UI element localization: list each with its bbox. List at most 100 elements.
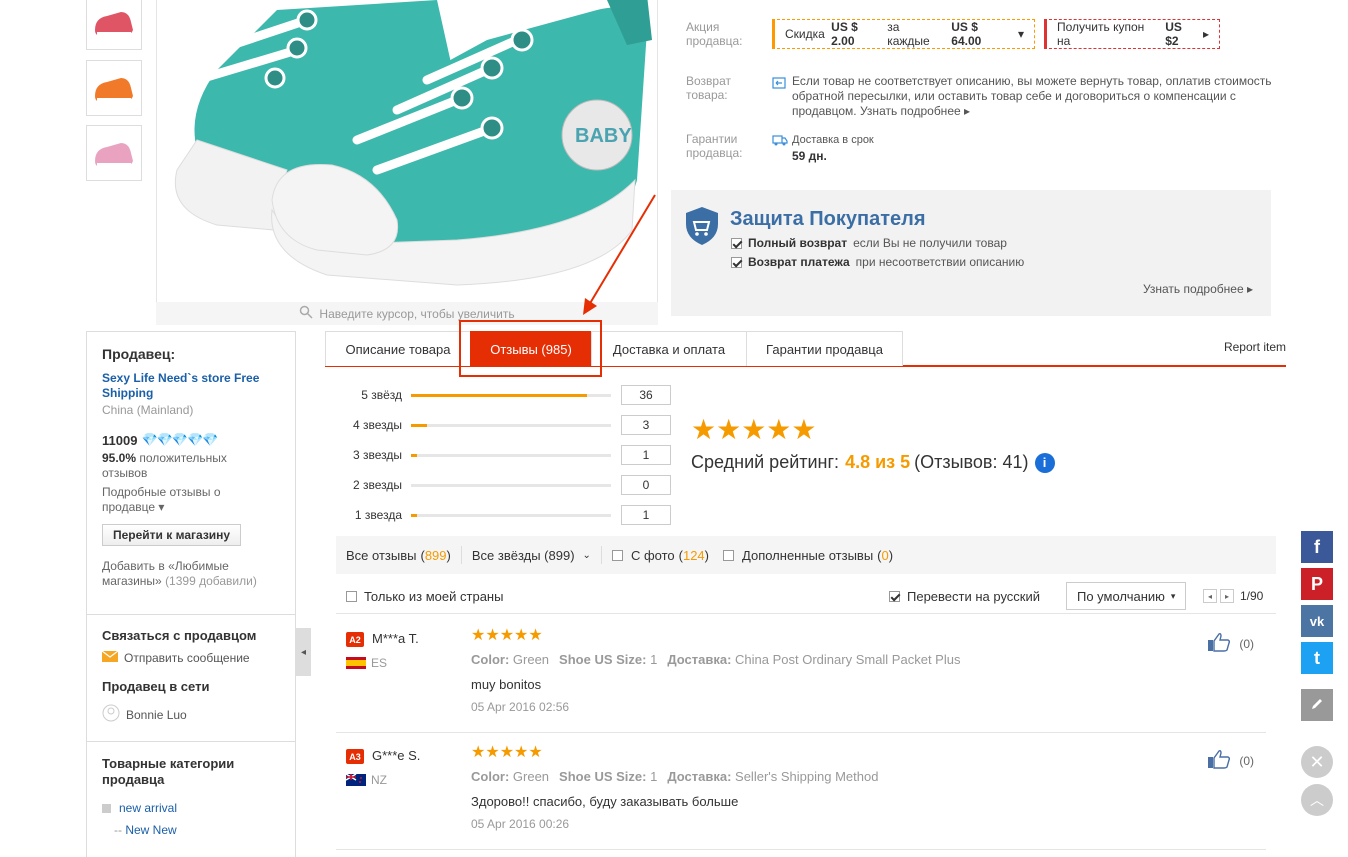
- histogram-count: 0: [621, 475, 671, 495]
- return-more-link[interactable]: Узнать подробнее: [860, 104, 961, 118]
- prev-page-button[interactable]: ◂: [1203, 589, 1217, 603]
- delivery-guarantee: Доставка в срок 59 дн.: [792, 134, 874, 163]
- online-contact[interactable]: Bonnie Luo: [102, 704, 280, 725]
- histogram-label: 3 звезды: [352, 448, 402, 462]
- review-text: Здорово!! спасибо, буду заказывать больш…: [471, 794, 739, 809]
- checkbox-checked-icon[interactable]: [889, 591, 900, 602]
- review-item: A2 M***a T. ES ★★★★★ Color: Green Shoe US Siz…: [336, 616, 1266, 733]
- go-to-store-button[interactable]: Перейти к магазину: [102, 524, 242, 546]
- histogram-row[interactable]: 4 звезды 3: [340, 415, 680, 435]
- facebook-icon: f: [1314, 536, 1320, 557]
- diamond-rating-icon: 💎💎💎💎💎: [141, 432, 218, 447]
- contact-seller-heading: Связаться с продавцом: [102, 628, 257, 643]
- checkbox-icon[interactable]: [611, 549, 623, 561]
- histogram-row[interactable]: 3 звезды 1: [340, 445, 680, 465]
- histogram-row[interactable]: 1 звезда 1: [340, 505, 680, 525]
- store-name-link[interactable]: Sexy Life Need`s store Free Shipping: [102, 371, 272, 401]
- histogram-bar: [411, 453, 611, 457]
- guarantee-label: Гарантии продавца:: [686, 132, 743, 160]
- send-message-link[interactable]: Отправить сообщение: [101, 650, 280, 665]
- twitter-share-button[interactable]: t: [1301, 642, 1333, 674]
- tab-guarantees[interactable]: Гарантии продавца: [746, 331, 903, 366]
- checkbox-icon[interactable]: [723, 549, 735, 561]
- review-order-details: Color: Green Shoe US Size: 1 Доставка: Chi…: [471, 652, 961, 667]
- histogram-row[interactable]: 5 звёзд 36: [340, 385, 680, 405]
- detailed-feedback-link[interactable]: Подробные отзывы о продавце ▾: [102, 485, 280, 515]
- only-my-country[interactable]: Только из моей страны: [346, 589, 503, 604]
- chevron-up-icon: ︿: [1310, 792, 1324, 808]
- thumbnail-red[interactable]: [86, 0, 142, 50]
- review-options-bar: Только из моей страны Перевести на русск…: [336, 580, 1276, 614]
- review-item: A3 G***e S. NZ ★★★★★ Color: Green Shoe US Siz…: [336, 733, 1266, 850]
- collapse-icon: [102, 803, 111, 813]
- review-date: 05 Apr 2016 02:56: [471, 700, 570, 714]
- histogram-count: 1: [621, 445, 671, 465]
- pencil-icon: [1310, 695, 1324, 716]
- category-new-arrival[interactable]: new arrival: [102, 801, 280, 815]
- filter-all-reviews[interactable]: Все отзывы (899): [346, 548, 451, 563]
- checkbox-icon[interactable]: [346, 591, 357, 602]
- flag-icon: [345, 773, 366, 786]
- positive-feedback: 95.0% положительных отзывов: [102, 451, 227, 480]
- get-coupon-button[interactable]: Получить купон на US $2 ▸: [1044, 19, 1220, 49]
- chevron-right-icon: ▸: [1246, 282, 1253, 296]
- filter-with-photo[interactable]: С фото (124): [611, 548, 709, 563]
- chevron-left-icon: ◂: [300, 646, 307, 658]
- pagination: ◂ ▸ 1/90: [1203, 589, 1263, 603]
- review-filter-bar: Все отзывы (899) Все звёзды (899) ⌄ С фото…: [336, 536, 1276, 574]
- protection-line-refund: Полный возврат если Вы не получили товар: [731, 236, 1007, 250]
- thumbnail-orange[interactable]: [86, 60, 142, 116]
- histogram-bar: [411, 483, 611, 487]
- checkbox-checked-icon: [731, 256, 742, 268]
- review-date: 05 Apr 2016 00:26: [471, 817, 570, 831]
- translate-toggle[interactable]: Перевести на русский: [889, 589, 1040, 604]
- seller-online-heading: Продавец в сети: [102, 679, 210, 694]
- annotation-highlight-box: [459, 320, 602, 377]
- tab-description[interactable]: Описание товара: [325, 331, 471, 366]
- chevron-right-icon: ▸: [1202, 27, 1209, 41]
- report-item-link[interactable]: Report item: [1224, 340, 1286, 354]
- feedback-edit-button[interactable]: [1301, 689, 1333, 721]
- info-icon[interactable]: i: [1034, 452, 1055, 473]
- helpful-button[interactable]: (0): [1207, 749, 1254, 772]
- shield-icon: [685, 206, 719, 249]
- sort-select[interactable]: По умолчанию ▾: [1066, 582, 1187, 610]
- histogram-row[interactable]: 2 звезды 0: [340, 475, 680, 495]
- categories-heading: Товарные категории продавца: [102, 756, 235, 787]
- annotation-arrow: [583, 194, 656, 315]
- review-stars-icon: ★★★★★: [471, 627, 543, 644]
- helpful-button[interactable]: (0): [1207, 632, 1254, 655]
- scroll-top-button[interactable]: ︿: [1301, 784, 1333, 816]
- close-button[interactable]: ✕: [1301, 746, 1333, 778]
- tab-shipping[interactable]: Доставка и оплата: [591, 331, 747, 366]
- pinterest-share-button[interactable]: P: [1301, 568, 1333, 600]
- histogram-label: 4 звезды: [352, 418, 402, 432]
- svg-text:BABY: BABY: [575, 125, 632, 147]
- facebook-share-button[interactable]: f: [1301, 531, 1333, 563]
- vk-share-button[interactable]: vk: [1301, 605, 1333, 637]
- filter-all-stars-dropdown[interactable]: Все звёзды (899) ⌄: [472, 548, 591, 563]
- thumbnail-pink[interactable]: [86, 125, 142, 181]
- chevron-down-icon: ▾: [1170, 590, 1176, 601]
- category-new-new[interactable]: -- New New: [102, 823, 280, 837]
- user-offline-icon: [102, 704, 120, 725]
- protection-more-link[interactable]: Узнать подробнее ▸: [1143, 282, 1253, 296]
- histogram-count: 36: [621, 385, 671, 405]
- protection-line-payment: Возврат платежа при несоответствии описан…: [731, 255, 1024, 269]
- caret-down-icon: ▾: [158, 500, 165, 514]
- discount-coupon[interactable]: Скидка US $ 2.00 за каждые US $ 64.00 ▾: [772, 19, 1035, 49]
- seller-score: 11009 💎💎💎💎💎: [102, 432, 218, 448]
- thumbs-up-icon: [1207, 749, 1231, 772]
- vk-icon: vk: [1309, 613, 1325, 629]
- reviewer-name: M***a T.: [372, 631, 419, 646]
- next-page-button[interactable]: ▸: [1220, 589, 1234, 603]
- chevron-right-icon: ▸: [964, 104, 971, 118]
- histogram-bar: [411, 423, 611, 427]
- close-icon: ✕: [1309, 751, 1325, 772]
- review-text: muy bonitos: [471, 677, 542, 692]
- chevron-down-icon: ⌄: [582, 549, 591, 561]
- filter-additional[interactable]: Дополненные отзывы (0): [723, 548, 893, 563]
- sidebar-collapse-toggle[interactable]: ◂: [296, 628, 311, 676]
- checkbox-checked-icon: [731, 237, 742, 249]
- add-favorite-store-link[interactable]: Добавить в «Любимые магазины» (1399 добав…: [102, 559, 280, 589]
